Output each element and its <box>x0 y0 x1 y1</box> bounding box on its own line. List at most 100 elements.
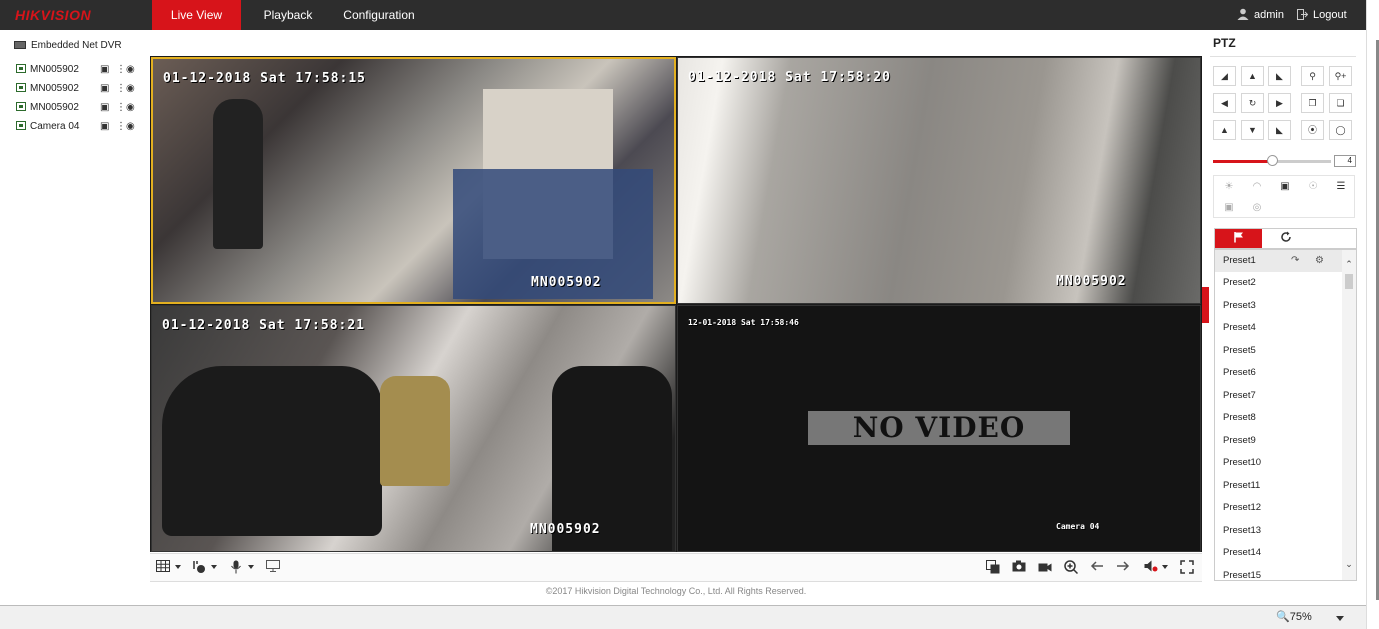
preset-item[interactable]: Preset6 <box>1215 362 1343 384</box>
record-camera-icon[interactable]: ▣ <box>100 102 109 113</box>
camera-item-4[interactable]: Camera 04 ▣ ⋮◉ <box>16 121 146 137</box>
light-icon[interactable]: ☀ <box>1216 177 1242 196</box>
iris-open-button[interactable]: ⦿ <box>1301 120 1324 140</box>
ptz-auto-button[interactable]: ↻ <box>1241 93 1264 113</box>
record-camera-icon[interactable]: ▣ <box>100 64 109 75</box>
stream-icon[interactable] <box>192 560 210 576</box>
browser-status-bar: 🔍75% <box>0 605 1366 629</box>
chevron-down-icon[interactable] <box>211 565 217 569</box>
stream-settings-icon[interactable]: ⋮◉ <box>116 121 135 132</box>
camera-label: Camera 04 <box>30 121 80 132</box>
iris-close-button[interactable]: ◯ <box>1329 120 1352 140</box>
preset-item[interactable]: Preset5 <box>1215 340 1343 362</box>
tab-pattern[interactable] <box>1309 229 1356 248</box>
dvr-icon <box>14 41 26 49</box>
camera-item-2[interactable]: MN005902 ▣ ⋮◉ <box>16 83 146 99</box>
zoom-in-button[interactable]: ⚲+ <box>1329 66 1352 86</box>
ptz-speed-slider[interactable] <box>1213 155 1331 166</box>
preset-item[interactable]: Preset2 <box>1215 272 1343 294</box>
preset-item[interactable]: Preset11 <box>1215 475 1343 497</box>
tree-root-dvr[interactable]: Embedded Net DVR <box>14 40 122 51</box>
lens-init-icon[interactable]: ☉ <box>1300 177 1326 196</box>
record-camera-icon[interactable]: ▣ <box>100 83 109 94</box>
preset-item[interactable]: Preset8 <box>1215 407 1343 429</box>
zoom-out-button[interactable]: ⚲ <box>1301 66 1324 86</box>
gear-icon[interactable]: ⚙ <box>1315 250 1324 272</box>
stream-settings-icon[interactable]: ⋮◉ <box>116 102 135 113</box>
microphone-icon[interactable] <box>230 560 248 576</box>
scrollbar-thumb[interactable] <box>1345 274 1353 289</box>
video-tile-1[interactable]: 01-12-2018 Sat 17:58:15 MN005902 <box>151 57 676 304</box>
video-scene-person <box>213 99 263 249</box>
stream-settings-icon[interactable]: ⋮◉ <box>116 83 135 94</box>
preset-scrollbar[interactable]: ⌃ ⌄ <box>1342 250 1356 580</box>
camera-channel-icon <box>16 121 26 130</box>
top-navigation-bar: HIKVISION Live View Playback Configurati… <box>0 0 1366 30</box>
3d-zoom-icon[interactable]: ◎ <box>1244 198 1270 217</box>
record-camera-icon[interactable]: ▣ <box>100 121 109 132</box>
call-preset-icon[interactable]: ↷ <box>1291 250 1299 272</box>
tile-camera-name: Camera 04 <box>1056 522 1100 531</box>
menu-icon[interactable]: ☰ <box>1328 177 1354 196</box>
manual-track-icon[interactable]: ▣ <box>1216 198 1242 217</box>
camera-item-3[interactable]: MN005902 ▣ ⋮◉ <box>16 102 146 118</box>
chevron-down-icon[interactable] <box>1336 616 1344 621</box>
focus-near-button[interactable]: ❐ <box>1301 93 1324 113</box>
preset-item[interactable]: Preset15 <box>1215 565 1343 580</box>
ptz-down-button[interactable]: ▼ <box>1241 120 1264 140</box>
ptz-up-left-button[interactable]: ◢ <box>1213 66 1236 86</box>
focus-assist-icon[interactable]: ▣ <box>1272 177 1298 196</box>
preset-item[interactable]: Preset13 <box>1215 520 1343 542</box>
record-icon[interactable] <box>1038 560 1056 576</box>
preset-item[interactable]: Preset9 <box>1215 430 1343 452</box>
monitor-icon[interactable] <box>266 560 284 576</box>
ptz-speed-handle[interactable] <box>1267 155 1278 166</box>
layout-icon[interactable] <box>156 560 174 576</box>
user-menu[interactable]: admin <box>1237 0 1284 30</box>
tab-configuration[interactable]: Configuration <box>336 0 422 30</box>
tab-live-view[interactable]: Live View <box>152 0 241 30</box>
video-tile-3[interactable]: 01-12-2018 Sat 17:58:21 MN005902 <box>151 305 676 552</box>
ptz-right-button[interactable]: ▶ <box>1268 93 1291 113</box>
ptz-up-right-button[interactable]: ◣ <box>1268 66 1291 86</box>
chevron-down-icon[interactable] <box>1162 565 1168 569</box>
ptz-down-right-button[interactable]: ◣ <box>1268 120 1291 140</box>
volume-icon[interactable] <box>1144 560 1162 576</box>
chevron-down-icon[interactable] <box>248 565 254 569</box>
preset-item[interactable]: Preset12 <box>1215 497 1343 519</box>
tab-patrols[interactable] <box>1262 229 1309 248</box>
camera-item-1[interactable]: MN005902 ▣ ⋮◉ <box>16 64 146 80</box>
ptz-left-button[interactable]: ◀ <box>1213 93 1236 113</box>
next-page-icon[interactable] <box>1116 560 1134 576</box>
stream-settings-icon[interactable]: ⋮◉ <box>116 64 135 75</box>
video-scene-chair <box>380 376 450 486</box>
video-tile-2[interactable]: 01-12-2018 Sat 17:58:20 MN005902 <box>677 57 1201 304</box>
zoom-level[interactable]: 🔍75% <box>1276 610 1312 623</box>
logout-icon <box>1297 9 1309 20</box>
tile-camera-name: MN005902 <box>530 522 601 537</box>
prev-page-icon[interactable] <box>1090 560 1108 576</box>
fullscreen-icon[interactable] <box>1180 560 1198 576</box>
ptz-down-left-button[interactable]: ▲ <box>1213 120 1236 140</box>
chevron-up-icon[interactable]: ⌃ <box>1343 258 1355 270</box>
flag-icon <box>1233 232 1243 243</box>
preset-item[interactable]: Preset1 ↷ ⚙ <box>1215 250 1343 272</box>
preset-item[interactable]: Preset3 <box>1215 295 1343 317</box>
tab-playback[interactable]: Playback <box>252 0 324 30</box>
logout-label: Logout <box>1313 9 1347 21</box>
preset-item[interactable]: Preset7 <box>1215 385 1343 407</box>
chevron-down-icon[interactable] <box>175 565 181 569</box>
capture-all-icon[interactable] <box>986 560 1004 576</box>
ptz-up-button[interactable]: ▲ <box>1241 66 1264 86</box>
camera-snapshot-icon[interactable] <box>1012 560 1030 576</box>
panel-collapse-handle[interactable] <box>1202 287 1209 323</box>
preset-item[interactable]: Preset10 <box>1215 452 1343 474</box>
preset-item[interactable]: Preset14 <box>1215 542 1343 564</box>
focus-far-button[interactable]: ❏ <box>1329 93 1352 113</box>
logout-button[interactable]: Logout <box>1297 0 1347 30</box>
chevron-down-icon[interactable]: ⌄ <box>1343 558 1355 570</box>
zoom-in-icon[interactable] <box>1064 560 1082 576</box>
preset-item[interactable]: Preset4 <box>1215 317 1343 339</box>
tab-presets[interactable] <box>1215 229 1262 248</box>
wiper-icon[interactable]: ◠ <box>1244 177 1270 196</box>
